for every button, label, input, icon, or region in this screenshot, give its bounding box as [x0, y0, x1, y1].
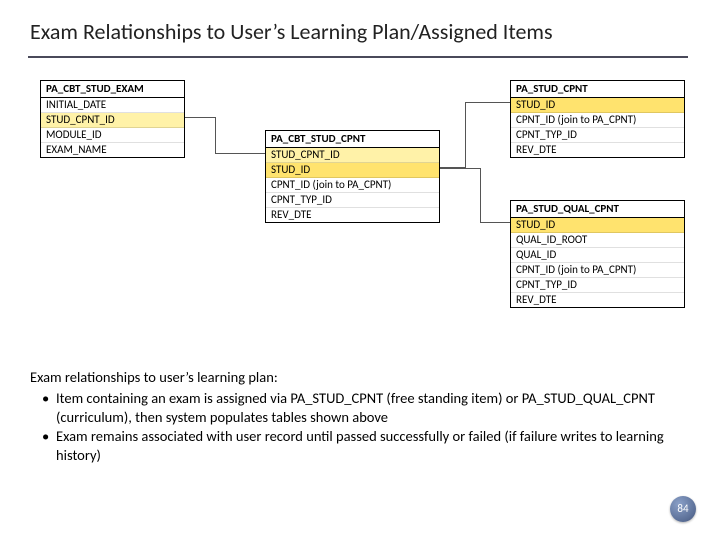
connector — [440, 168, 480, 169]
entity-cbtcpnt-row: REV_DTE — [266, 208, 439, 222]
entity-studcpnt-row: STUD_ID — [511, 98, 684, 113]
page-number-badge: 84 — [670, 496, 696, 522]
slide: Exam Relationships to User’s Learning Pl… — [0, 0, 720, 540]
entity-studcpnt-row: REV_DTE — [511, 143, 684, 157]
entity-cbt-stud-cpnt: PA_CBT_STUD_CPNT STUD_CPNT_ID STUD_ID CP… — [265, 130, 440, 223]
title-rule — [28, 56, 688, 58]
notes-bullet: Item containing an exam is assigned via … — [30, 389, 690, 427]
connector — [480, 168, 481, 223]
connector — [465, 102, 466, 168]
connector — [465, 102, 510, 103]
notes: Exam relationships to user’s learning pl… — [30, 368, 690, 465]
entity-qualcpnt-row: QUAL_ID_ROOT — [511, 233, 684, 248]
entity-qualcpnt-header: PA_STUD_QUAL_CPNT — [511, 201, 684, 218]
connector — [215, 153, 265, 154]
entity-qualcpnt-row: CPNT_TYP_ID — [511, 278, 684, 293]
entity-exam-row: STUD_CPNT_ID — [41, 113, 184, 128]
entity-cbtcpnt-row: CPNT_TYP_ID — [266, 193, 439, 208]
entity-cbtcpnt-row: CPNT_ID (join to PA_CPNT) — [266, 178, 439, 193]
notes-lead: Exam relationships to user’s learning pl… — [30, 368, 690, 387]
entity-exam-row: MODULE_ID — [41, 128, 184, 143]
connector — [215, 117, 216, 154]
notes-bullet: Exam remains associated with user record… — [30, 427, 690, 465]
connector — [185, 117, 215, 118]
entity-exam-row: INITIAL_DATE — [41, 98, 184, 113]
entity-exam-header: PA_CBT_STUD_EXAM — [41, 81, 184, 98]
entity-stud-cpnt: PA_STUD_CPNT STUD_ID CPNT_ID (join to PA… — [510, 80, 685, 158]
entity-cbtcpnt-header: PA_CBT_STUD_CPNT — [266, 131, 439, 148]
connector — [480, 222, 510, 223]
page-title: Exam Relationships to User’s Learning Pl… — [30, 18, 553, 45]
entity-qualcpnt-row: REV_DTE — [511, 293, 684, 307]
entity-studcpnt-row: CPNT_ID (join to PA_CPNT) — [511, 113, 684, 128]
entity-qualcpnt-row: CPNT_ID (join to PA_CPNT) — [511, 263, 684, 278]
entity-cbtcpnt-row: STUD_CPNT_ID — [266, 148, 439, 163]
entity-studcpnt-header: PA_STUD_CPNT — [511, 81, 684, 98]
entity-cbtcpnt-row: STUD_ID — [266, 163, 439, 178]
entity-studcpnt-row: CPNT_TYP_ID — [511, 128, 684, 143]
entity-exam: PA_CBT_STUD_EXAM INITIAL_DATE STUD_CPNT_… — [40, 80, 185, 158]
entity-qualcpnt-row: STUD_ID — [511, 218, 684, 233]
entity-stud-qual-cpnt: PA_STUD_QUAL_CPNT STUD_ID QUAL_ID_ROOT Q… — [510, 200, 685, 308]
entity-qualcpnt-row: QUAL_ID — [511, 248, 684, 263]
entity-exam-row: EXAM_NAME — [41, 143, 184, 157]
